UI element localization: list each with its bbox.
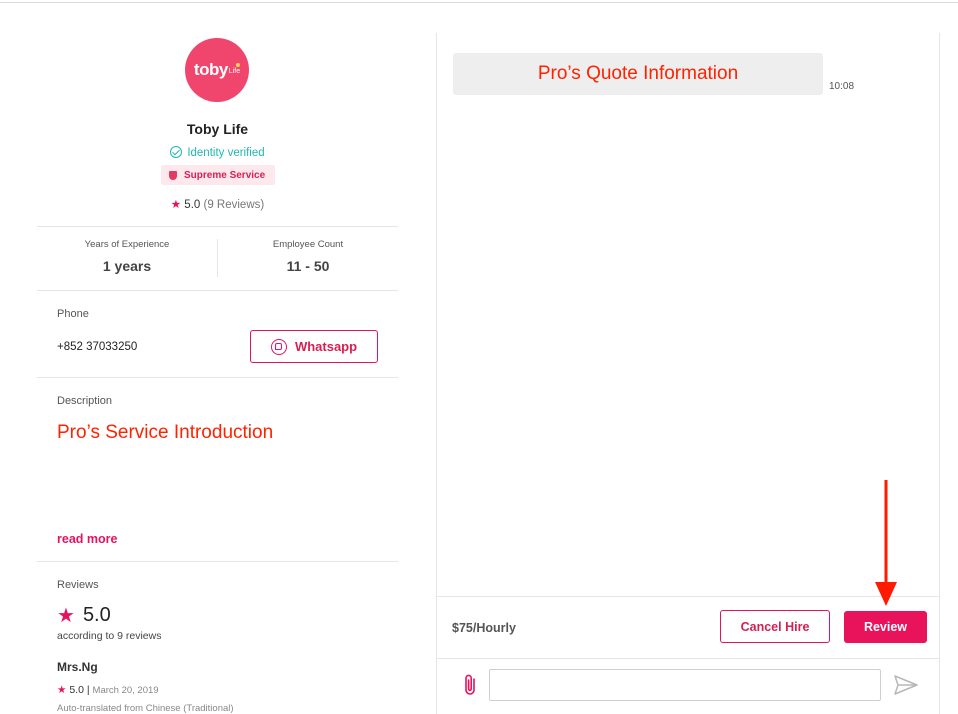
- message-input[interactable]: [489, 669, 881, 701]
- supreme-service-label: Supreme Service: [184, 169, 266, 181]
- star-icon: ★: [170, 199, 182, 211]
- employee-count-label: Employee Count: [272, 239, 344, 250]
- read-more-link[interactable]: read more: [57, 532, 117, 546]
- experience-label: Years of Experience: [84, 239, 170, 250]
- review-date: March 20, 2019: [92, 685, 159, 696]
- divider: [37, 226, 398, 227]
- message-bubble: Pro’s Quote Information: [453, 53, 823, 95]
- reviews-label: Reviews: [57, 579, 99, 591]
- profile-rating: ★ 5.0 (9 Reviews): [37, 197, 398, 211]
- logo-wordmark: toby: [193, 60, 228, 79]
- logo-subtext: Life: [228, 68, 241, 75]
- divider: [37, 377, 398, 378]
- message-composer: [437, 658, 939, 714]
- description-text: Pro’s Service Introduction: [57, 422, 274, 443]
- reviewer-name: Mrs.Ng: [57, 660, 98, 674]
- review-separator: |: [86, 684, 90, 696]
- review-rating-value: 5.0: [69, 684, 84, 696]
- review-translation-note: Auto-translated from Chinese (Traditiona…: [57, 703, 234, 714]
- annotation-arrow: [875, 480, 897, 606]
- identity-verified-badge: Identity verified: [37, 146, 398, 159]
- message-text: Pro’s Quote Information: [537, 63, 739, 84]
- verified-label: Identity verified: [187, 147, 265, 159]
- divider: [37, 561, 398, 562]
- supreme-service-badge: Supreme Service: [161, 165, 275, 185]
- whatsapp-label: Whatsapp: [294, 339, 358, 354]
- profile-rating-value: 5.0: [184, 199, 201, 211]
- check-circle-icon: [170, 146, 183, 158]
- company-logo: toby Life: [185, 38, 249, 102]
- description-label: Description: [57, 395, 113, 407]
- quote-bar: $75/Hourly Cancel Hire Review: [437, 596, 939, 658]
- reviews-according: according to 9 reviews: [57, 630, 162, 642]
- employee-count-value: 11 - 50: [286, 258, 330, 274]
- stat-experience: Years of Experience 1 years: [37, 239, 217, 274]
- message-time: 10:08: [829, 81, 855, 92]
- company-name: Toby Life: [186, 121, 249, 137]
- experience-value: 1 years: [102, 258, 152, 274]
- review-rating-line: ★ 5.0 | March 20, 2019: [57, 684, 159, 696]
- paperclip-icon[interactable]: [461, 673, 481, 697]
- whatsapp-button[interactable]: Whatsapp: [250, 330, 378, 363]
- pro-profile-panel: toby Life Toby Life Identity verified Su…: [37, 3, 398, 714]
- stat-employees: Employee Count 11 - 50: [218, 239, 398, 274]
- chat-panel: Pro’s Quote Information 10:08 $75/Hourly…: [436, 33, 940, 714]
- star-icon: ★: [57, 605, 75, 627]
- reviews-score: ★ 5.0: [57, 603, 111, 628]
- profile-reviews-count[interactable]: (9 Reviews): [204, 199, 265, 211]
- logo-dot: [236, 63, 240, 67]
- send-icon[interactable]: [893, 673, 919, 697]
- divider: [37, 290, 398, 291]
- whatsapp-icon: [270, 338, 287, 355]
- reviews-score-value: 5.0: [82, 604, 111, 626]
- shield-icon: [169, 170, 177, 180]
- star-icon: ★: [57, 684, 67, 696]
- phone-label: Phone: [57, 308, 89, 320]
- quote-rate: $75/Hourly: [452, 621, 516, 635]
- review-button[interactable]: Review: [844, 611, 927, 643]
- phone-number: +852 37033250: [57, 341, 138, 353]
- cancel-hire-button[interactable]: Cancel Hire: [720, 610, 830, 643]
